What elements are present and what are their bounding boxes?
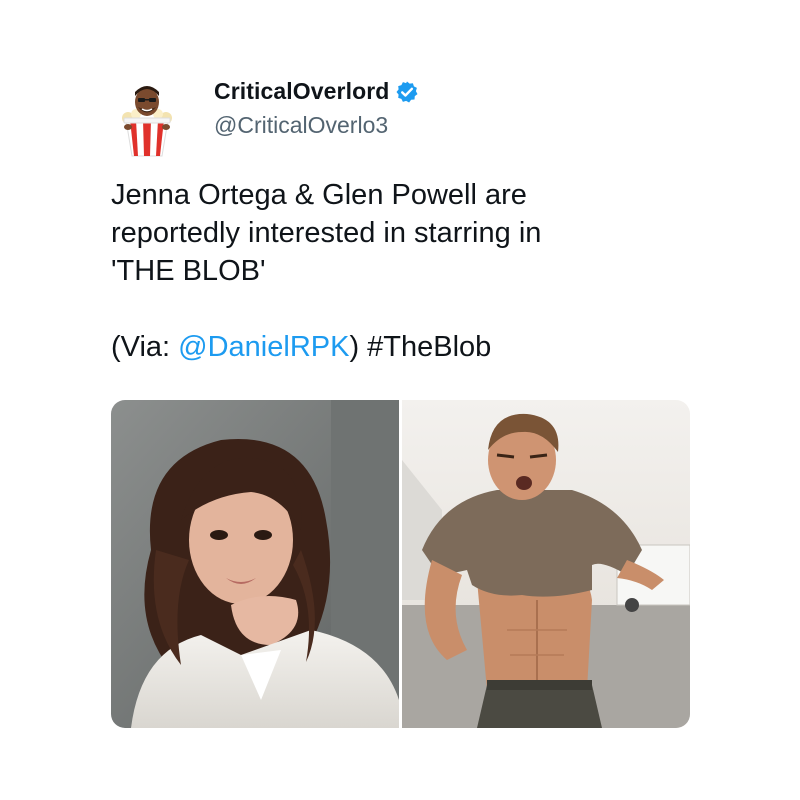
tweet-text-line-2: reportedly interested in starring in [111,217,542,249]
media-grid [111,400,690,728]
hashtag-link[interactable]: #TheBlob [367,331,491,363]
photo-left[interactable] [111,400,399,728]
tweet-text-line-1: Jenna Ortega & Glen Powell are [111,179,527,211]
tweet-via-line: (Via: @DanielRPK) #TheBlob [111,328,711,366]
tweet-text-line-3: 'THE BLOB' [111,255,266,287]
via-prefix: (Via: [111,331,179,363]
tweet-text: Jenna Ortega & Glen Powell are reportedl… [111,176,711,366]
author-handle[interactable]: @CriticalOverlo3 [214,112,388,139]
man-lifting-shirt-photo [402,400,690,728]
author-display-name[interactable]: CriticalOverlord [214,78,419,105]
woman-portrait-photo [111,400,399,728]
verified-badge-icon [395,80,419,104]
tweet-card: CriticalOverlord @CriticalOverlo3 Jenna … [0,0,800,800]
photo-right[interactable] [402,400,690,728]
popcorn-bucket-avatar-icon [122,86,172,157]
mention-link[interactable]: @DanielRPK [178,331,349,363]
avatar[interactable] [116,78,178,158]
via-suffix: ) [349,331,368,363]
display-name-text: CriticalOverlord [214,78,390,104]
